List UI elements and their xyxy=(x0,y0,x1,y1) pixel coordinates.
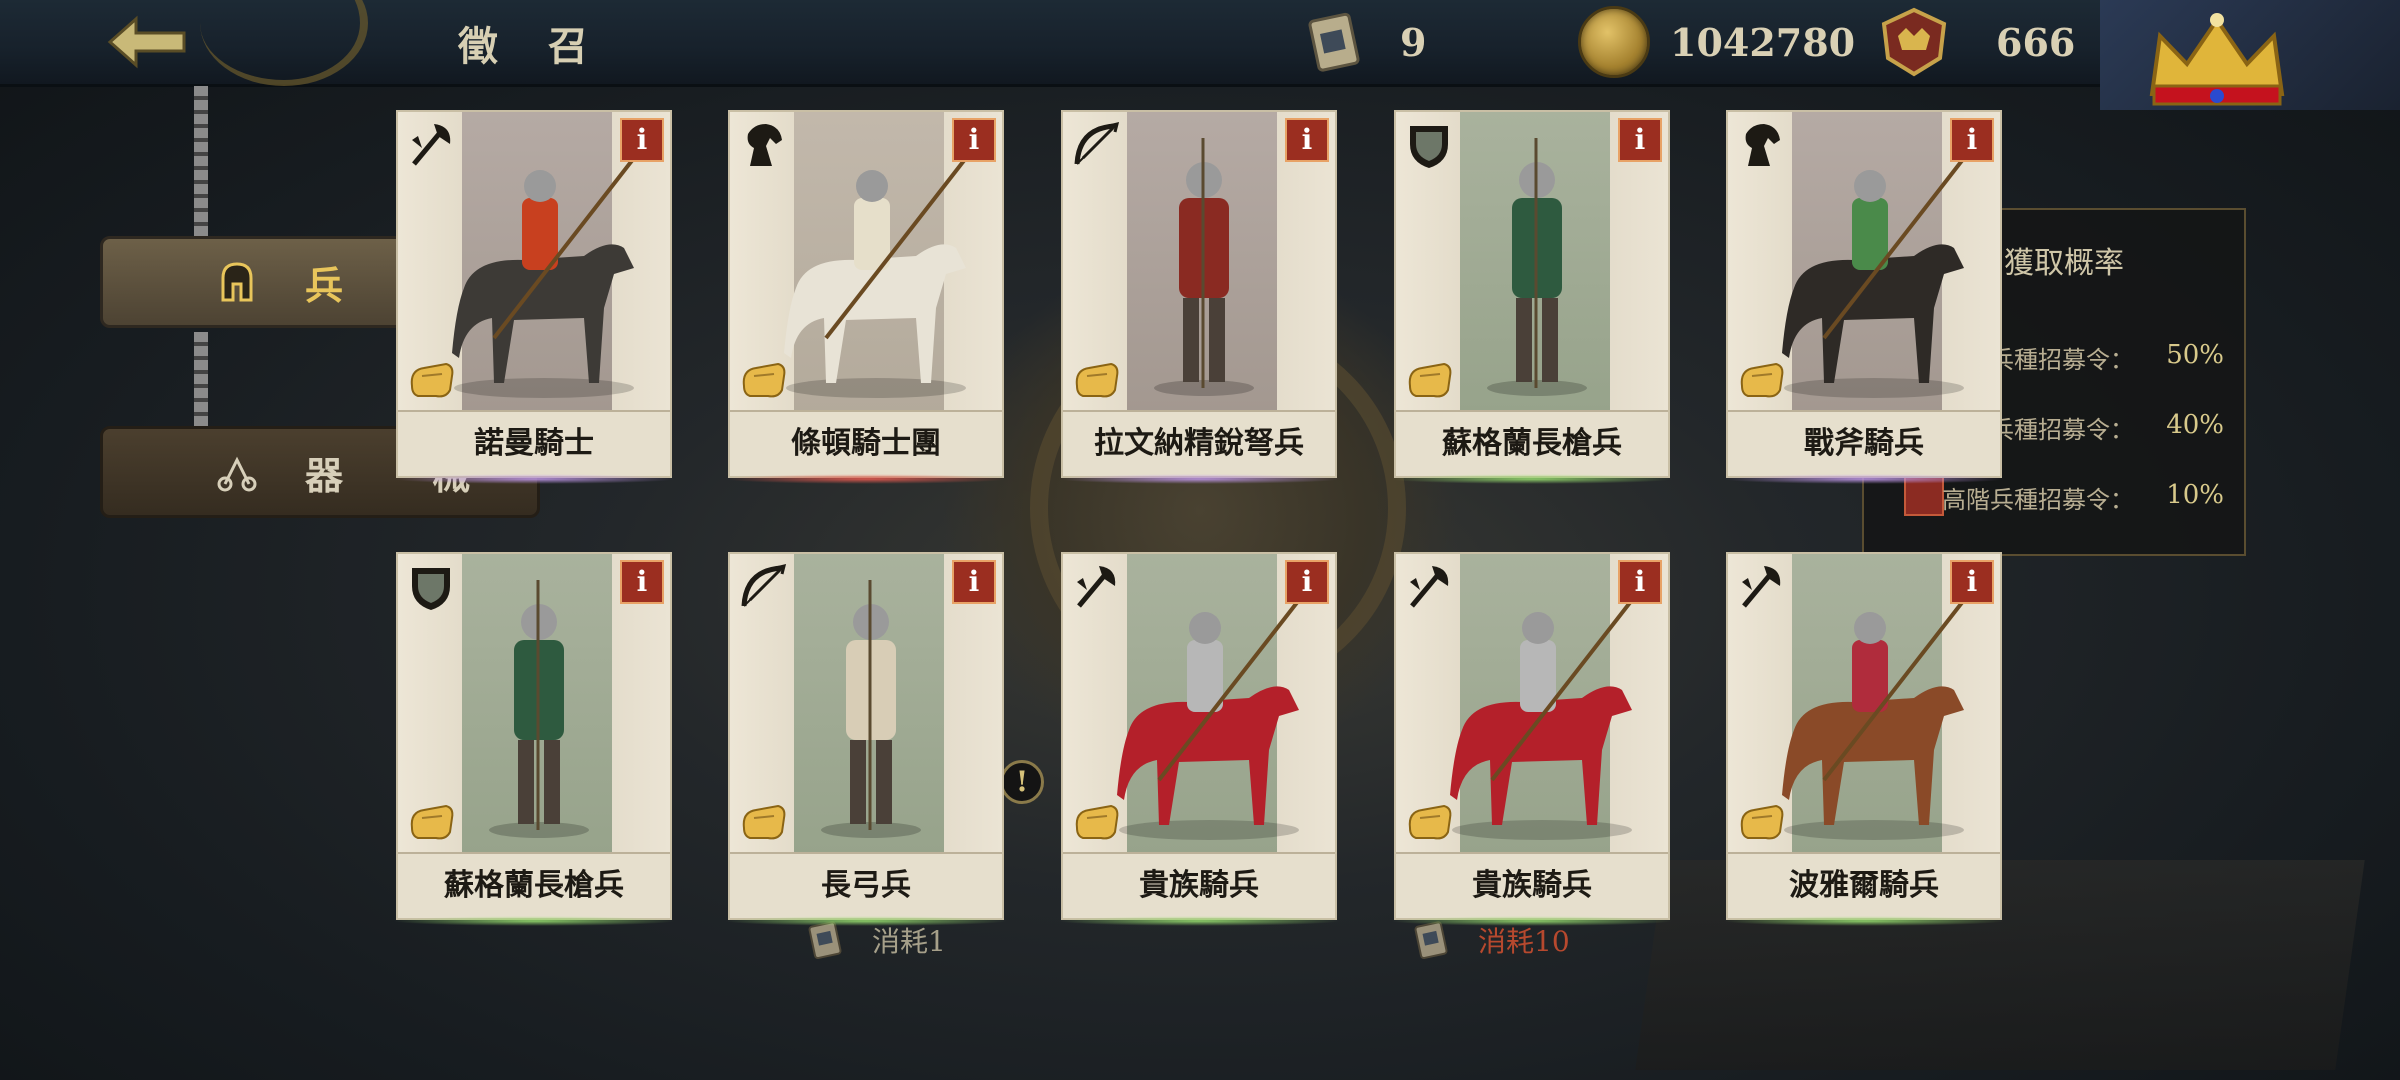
gold-amount: 1042780 xyxy=(1670,19,1856,65)
axe-icon xyxy=(1402,560,1456,614)
info-button[interactable]: i xyxy=(1285,560,1329,604)
horse-icon xyxy=(1734,118,1788,172)
unit-portrait xyxy=(1117,598,1301,840)
top-ornament xyxy=(200,0,368,86)
unit-portrait xyxy=(1487,138,1587,396)
unit-scroll-icon xyxy=(1740,362,1784,398)
unit-scroll-icon xyxy=(1408,362,1452,398)
unit-name: 貴族騎兵 xyxy=(1063,852,1335,918)
info-button[interactable]: i xyxy=(952,118,996,162)
unit-portrait xyxy=(1782,598,1966,840)
crown-resource: 666 xyxy=(1876,6,2075,78)
drop-rate-label: 兵種招募令： xyxy=(1990,416,2134,444)
top-bar: 徵 召 9 1042780 666 xyxy=(0,0,2400,110)
tab-troops-label: 兵 xyxy=(305,262,382,308)
helmet-icon xyxy=(221,262,253,302)
axe-icon xyxy=(404,118,458,172)
drop-rate-value: 40% xyxy=(2166,410,2224,440)
sign-chain xyxy=(194,86,208,238)
unit-portrait xyxy=(1154,138,1254,396)
recruit-scroll-icon xyxy=(1308,12,1360,72)
back-arrow-icon xyxy=(107,15,186,69)
unit-card[interactable]: i 蘇格蘭長槍兵 xyxy=(1390,110,1674,484)
gold-resource: 1042780 xyxy=(1578,6,1855,78)
page-title: 徵 召 xyxy=(458,23,606,70)
unit-portrait xyxy=(452,156,636,398)
recruit-ten-cost-label: 消耗10 xyxy=(1478,925,1570,958)
unit-scroll-icon xyxy=(742,804,786,840)
horse-icon xyxy=(736,118,790,172)
unit-card[interactable]: i 貴族騎兵 xyxy=(1390,552,1674,926)
unit-card[interactable]: i 長弓兵 xyxy=(724,552,1008,926)
unit-scroll-icon xyxy=(742,362,786,398)
unit-scroll-icon xyxy=(410,804,454,840)
unit-name: 長弓兵 xyxy=(730,852,1002,918)
unit-name: 戰斧騎兵 xyxy=(1728,410,2000,476)
unit-scroll-icon xyxy=(1408,804,1452,840)
unit-scroll-icon xyxy=(1740,804,1784,840)
unit-card[interactable]: i 條頓騎士團 xyxy=(724,110,1008,484)
unit-name: 拉文納精銳弩兵 xyxy=(1063,410,1335,476)
unit-card[interactable]: i 戰斧騎兵 xyxy=(1722,110,2006,484)
back-button[interactable] xyxy=(92,6,202,78)
unit-name: 諾曼騎士 xyxy=(398,410,670,476)
shield-icon xyxy=(1402,118,1456,172)
unit-scroll-icon xyxy=(1075,804,1119,840)
unit-name: 貴族騎兵 xyxy=(1396,852,1668,918)
drop-rate-value: 10% xyxy=(2166,480,2224,510)
crest-icon xyxy=(1881,7,1947,77)
drop-rate-label: 高階兵種招募令： xyxy=(1942,486,2134,514)
bow-icon xyxy=(1069,118,1123,172)
shield-icon xyxy=(404,560,458,614)
crown-points: 666 xyxy=(1996,19,2076,65)
info-button[interactable]: i xyxy=(620,560,664,604)
drop-rate-title: 獲取概率 xyxy=(2004,246,2124,281)
unit-name: 蘇格蘭長槍兵 xyxy=(398,852,670,918)
bow-icon xyxy=(736,560,790,614)
scroll-resource: 9 xyxy=(1300,6,1426,78)
unit-name: 蘇格蘭長槍兵 xyxy=(1396,410,1668,476)
sign-chain xyxy=(194,332,208,428)
info-button[interactable]: i xyxy=(620,118,664,162)
crown-icon xyxy=(2149,13,2285,106)
unit-portrait xyxy=(821,580,921,838)
unit-portrait xyxy=(1450,598,1634,840)
unit-card[interactable]: i 蘇格蘭長槍兵 xyxy=(392,552,676,926)
info-button[interactable]: i xyxy=(952,560,996,604)
siege-icon xyxy=(217,456,257,492)
unit-name: 波雅爾騎兵 xyxy=(1728,852,2000,918)
gold-coin-icon xyxy=(1578,6,1650,78)
axe-icon xyxy=(1734,560,1788,614)
axe-icon xyxy=(1069,560,1123,614)
unit-name: 條頓騎士團 xyxy=(730,410,1002,476)
info-button[interactable]: i xyxy=(1285,118,1329,162)
exclamation-icon[interactable]: ! xyxy=(1000,760,1044,804)
info-button[interactable]: i xyxy=(1950,118,1994,162)
scroll-count: 9 xyxy=(1400,19,1427,65)
info-button[interactable]: i xyxy=(1618,560,1662,604)
vip-crown-button[interactable] xyxy=(2100,0,2400,110)
drop-rate-label: 兵種招募令： xyxy=(1990,346,2134,374)
drop-rate-value: 50% xyxy=(2166,340,2224,370)
unit-scroll-icon xyxy=(1075,362,1119,398)
unit-card[interactable]: i 波雅爾騎兵 xyxy=(1722,552,2006,926)
unit-portrait xyxy=(784,156,968,398)
unit-card[interactable]: i 諾曼騎士 xyxy=(392,110,676,484)
info-button[interactable]: i xyxy=(1618,118,1662,162)
unit-card[interactable]: i 拉文納精銳弩兵 xyxy=(1057,110,1341,484)
unit-portrait xyxy=(489,580,589,838)
unit-scroll-icon xyxy=(410,362,454,398)
unit-card[interactable]: i 貴族騎兵 xyxy=(1057,552,1341,926)
recruit-one-cost-label: 消耗1 xyxy=(872,925,946,958)
info-button[interactable]: i xyxy=(1950,560,1994,604)
unit-portrait xyxy=(1782,156,1966,398)
